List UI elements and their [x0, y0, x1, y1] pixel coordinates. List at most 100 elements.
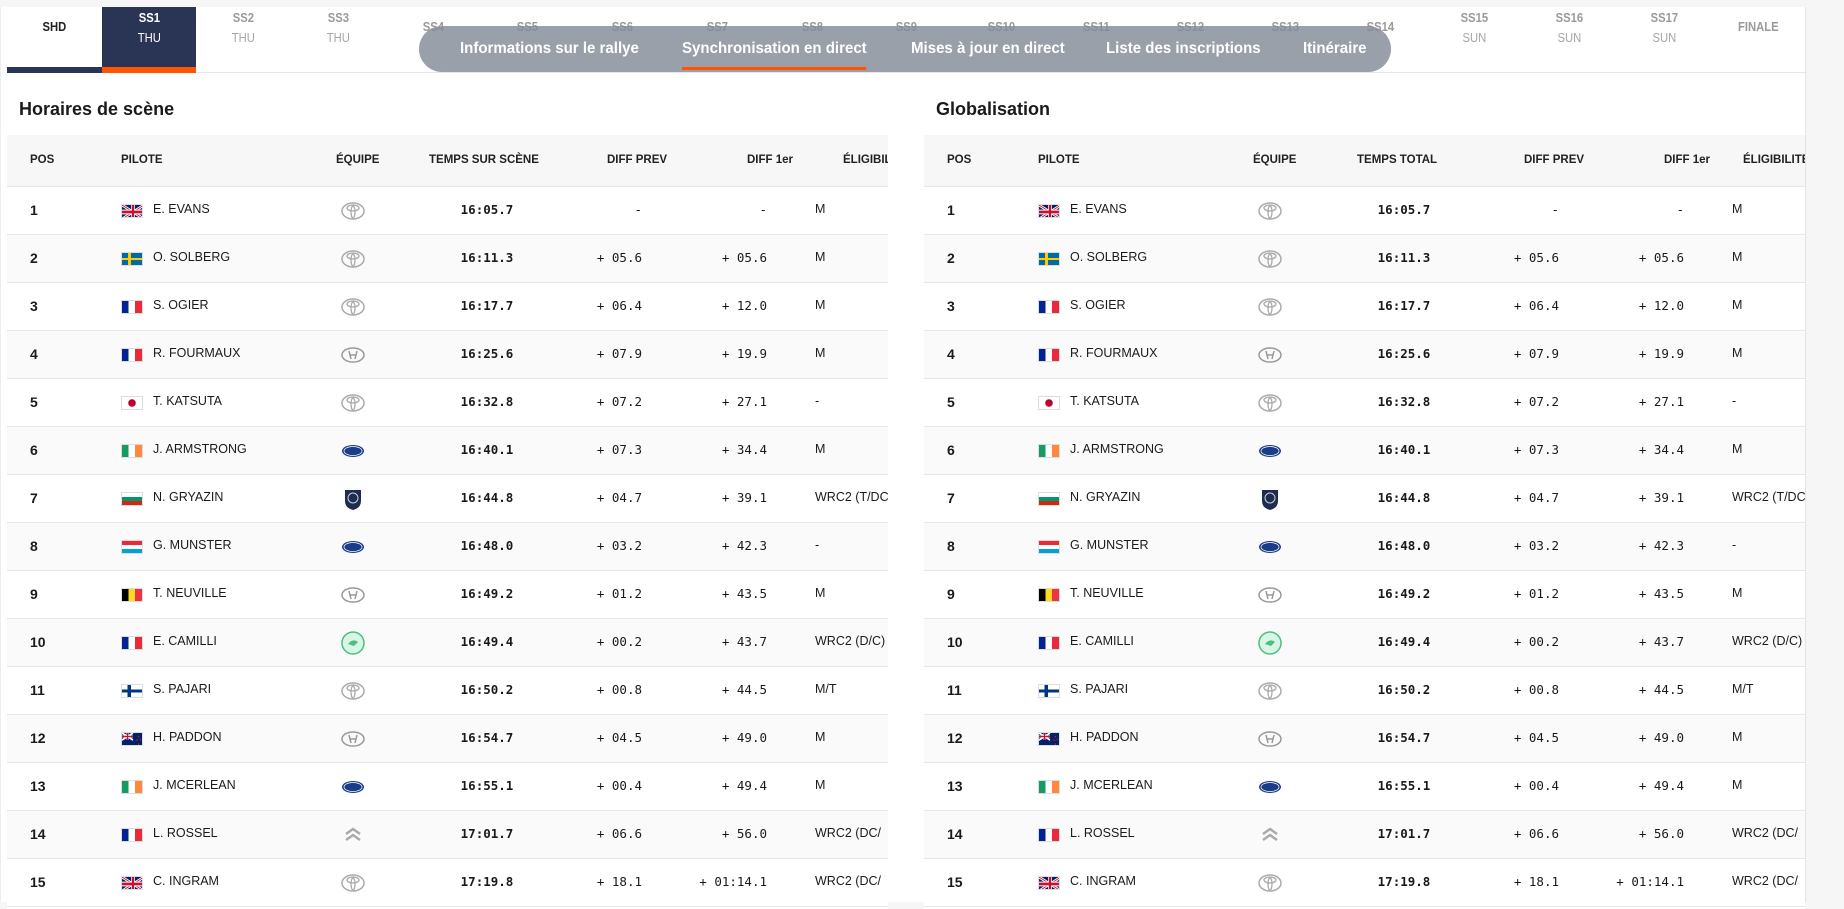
position: 8 [30, 538, 38, 554]
table-row[interactable]: 14 L. ROSSEL 17:01.7 + 06.6 + 56.0 WRC2 (DC/ [924, 811, 1805, 859]
header-team[interactable]: ÉQUIPE [336, 154, 379, 166]
stage-tab-ss2[interactable]: SS2 THU [196, 7, 291, 73]
table-row[interactable]: 11 S. PAJARI 16:50.2 + 00.8 + 44.5 M/T [7, 667, 888, 715]
table-row[interactable]: 8 G. MUNSTER 16:48.0 + 03.2 + 42.3 - [924, 523, 1805, 571]
header-eligibility[interactable]: ÉLIGIBILITÉ [1743, 154, 1805, 166]
table-row[interactable]: 5 T. KATSUTA 16:32.8 + 07.2 + 27.1 - [7, 379, 888, 427]
toyota-logo-icon [340, 294, 366, 320]
header-pilot[interactable]: PILOTE [121, 154, 163, 166]
driver-name[interactable]: N. GRYAZIN [153, 490, 223, 504]
driver-name[interactable]: T. KATSUTA [1070, 394, 1139, 408]
driver-name[interactable]: T. NEUVILLE [1070, 586, 1144, 600]
header-diff-prev[interactable]: DIFF PREV [1524, 154, 1584, 166]
driver-name[interactable]: J. MCERLEAN [1070, 778, 1153, 792]
header-eligibility[interactable]: ÉLIGIBILITÉ [843, 154, 888, 166]
table-row[interactable]: 6 J. ARMSTRONG 16:40.1 + 07.3 + 34.4 M [7, 427, 888, 475]
diff-first: + 12.0 [1638, 298, 1684, 313]
table-row[interactable]: 2 O. SOLBERG 16:11.3 + 05.6 + 05.6 M [7, 235, 888, 283]
driver-name[interactable]: E. EVANS [1070, 202, 1127, 216]
table-row[interactable]: 12 H. PADDON 16:54.7 + 04.5 + 49.0 M [924, 715, 1805, 763]
driver-name[interactable]: S. OGIER [153, 298, 209, 312]
table-row[interactable]: 15 C. INGRAM 17:19.8 + 18.1 + 01:14.1 WRC2 (D… [924, 859, 1805, 907]
driver-name[interactable]: E. CAMILLI [1070, 634, 1134, 648]
driver-name[interactable]: R. FOURMAUX [153, 346, 241, 360]
driver-name[interactable]: J. ARMSTRONG [1070, 442, 1164, 456]
table-row[interactable]: 1 E. EVANS 16:05.7 - - M [924, 187, 1805, 235]
table-row[interactable]: 8 G. MUNSTER 16:48.0 + 03.2 + 42.3 - [7, 523, 888, 571]
driver-name[interactable]: H. PADDON [153, 730, 222, 744]
table-row[interactable]: 10 E. CAMILLI 16:49.4 + 00.2 + 43.7 WRC2 (D/C… [924, 619, 1805, 667]
driver-name[interactable]: G. MUNSTER [1070, 538, 1148, 552]
table-row[interactable]: 3 S. OGIER 16:17.7 + 06.4 + 12.0 M [7, 283, 888, 331]
stage-tab-ss3[interactable]: SS3 THU [291, 7, 386, 73]
table-row[interactable]: 9 T. NEUVILLE 16:49.2 + 01.2 + 43.5 M [924, 571, 1805, 619]
table-row[interactable]: 7 N. GRYAZIN 16:44.8 + 04.7 + 39.1 WRC2 (T/DC… [7, 475, 888, 523]
toyota-logo-icon [1257, 390, 1283, 416]
ford-logo-icon [1257, 438, 1283, 464]
header-diff-first[interactable]: DIFF 1er [1664, 154, 1710, 166]
eligibility: M [1732, 250, 1743, 264]
header-diff-first[interactable]: DIFF 1er [747, 154, 793, 166]
stage-tab-ss16[interactable]: SS16 SUN [1522, 7, 1617, 73]
table-row[interactable]: 1 E. EVANS 16:05.7 - - M [7, 187, 888, 235]
nav-link[interactable]: Itinéraire [1303, 40, 1367, 58]
driver-name[interactable]: S. PAJARI [1070, 682, 1128, 696]
header-pos[interactable]: POS [947, 154, 971, 166]
nav-link[interactable]: Informations sur le rallye [460, 40, 639, 58]
table-row[interactable]: 4 R. FOURMAUX 16:25.6 + 07.9 + 19.9 M [7, 331, 888, 379]
table-row[interactable]: 13 J. MCERLEAN 16:55.1 + 00.4 + 49.4 M [924, 763, 1805, 811]
stage-tab-ss1[interactable]: SS1 THU [101, 7, 197, 73]
be-flag-icon [1038, 588, 1060, 602]
driver-name[interactable]: R. FOURMAUX [1070, 346, 1158, 360]
driver-name[interactable]: C. INGRAM [153, 874, 219, 888]
driver-name[interactable]: L. ROSSEL [1070, 826, 1135, 840]
stage-tab-ss17[interactable]: SS17 SUN [1617, 7, 1712, 73]
table-row[interactable]: 11 S. PAJARI 16:50.2 + 00.8 + 44.5 M/T [924, 667, 1805, 715]
stage-tab-shd[interactable]: SHD [7, 7, 102, 73]
header-diff-prev[interactable]: DIFF PREV [607, 154, 667, 166]
driver-name[interactable]: N. GRYAZIN [1070, 490, 1140, 504]
stage-tab-ss15[interactable]: SS15 SUN [1427, 7, 1522, 73]
table-row[interactable]: 12 H. PADDON 16:54.7 + 04.5 + 49.0 M [7, 715, 888, 763]
position: 13 [947, 778, 963, 794]
diff-first: + 56.0 [1638, 826, 1684, 841]
driver-name[interactable]: J. MCERLEAN [153, 778, 236, 792]
diff-prev: + 07.3 [596, 442, 642, 457]
eligibility: M [815, 586, 826, 600]
diff-prev: + 00.8 [596, 682, 642, 697]
header-pilot[interactable]: PILOTE [1038, 154, 1080, 166]
driver-name[interactable]: E. EVANS [153, 202, 210, 216]
driver-name[interactable]: T. NEUVILLE [153, 586, 227, 600]
driver-name[interactable]: O. SOLBERG [1070, 250, 1147, 264]
table-row[interactable]: 13 J. MCERLEAN 16:55.1 + 00.4 + 49.4 M [7, 763, 888, 811]
table-row[interactable]: 5 T. KATSUTA 16:32.8 + 07.2 + 27.1 - [924, 379, 1805, 427]
driver-name[interactable]: S. OGIER [1070, 298, 1126, 312]
header-time[interactable]: TEMPS TOTAL [1357, 154, 1437, 166]
nav-link[interactable]: Mises à jour en direct [911, 40, 1065, 58]
header-pos[interactable]: POS [30, 154, 54, 166]
driver-name[interactable]: O. SOLBERG [153, 250, 230, 264]
header-team[interactable]: ÉQUIPE [1253, 154, 1296, 166]
table-row[interactable]: 7 N. GRYAZIN 16:44.8 + 04.7 + 39.1 WRC2 (T/DC… [924, 475, 1805, 523]
table-row[interactable]: 14 L. ROSSEL 17:01.7 + 06.6 + 56.0 WRC2 (DC/ [7, 811, 888, 859]
table-row[interactable]: 4 R. FOURMAUX 16:25.6 + 07.9 + 19.9 M [924, 331, 1805, 379]
driver-name[interactable]: H. PADDON [1070, 730, 1139, 744]
table-row[interactable]: 15 C. INGRAM 17:19.8 + 18.1 + 01:14.1 WRC2 (D… [7, 859, 888, 907]
table-row[interactable]: 10 E. CAMILLI 16:49.4 + 00.2 + 43.7 WRC2 (D/C… [7, 619, 888, 667]
table-row[interactable]: 9 T. NEUVILLE 16:49.2 + 01.2 + 43.5 M [7, 571, 888, 619]
nav-link[interactable]: Liste des inscriptions [1106, 40, 1261, 58]
driver-name[interactable]: G. MUNSTER [153, 538, 231, 552]
header-time[interactable]: TEMPS SUR SCÈNE [429, 154, 539, 166]
driver-name[interactable]: C. INGRAM [1070, 874, 1136, 888]
driver-name[interactable]: L. ROSSEL [153, 826, 218, 840]
table-row[interactable]: 6 J. ARMSTRONG 16:40.1 + 07.3 + 34.4 M [924, 427, 1805, 475]
driver-name[interactable]: S. PAJARI [153, 682, 211, 696]
diff-first: + 42.3 [721, 538, 767, 553]
table-row[interactable]: 3 S. OGIER 16:17.7 + 06.4 + 12.0 M [924, 283, 1805, 331]
driver-name[interactable]: J. ARMSTRONG [153, 442, 247, 456]
table-row[interactable]: 2 O. SOLBERG 16:11.3 + 05.6 + 05.6 M [924, 235, 1805, 283]
nav-link[interactable]: Synchronisation en direct [682, 40, 868, 70]
driver-name[interactable]: E. CAMILLI [153, 634, 217, 648]
stage-tab-finale[interactable]: FINALE [1711, 7, 1806, 73]
driver-name[interactable]: T. KATSUTA [153, 394, 222, 408]
